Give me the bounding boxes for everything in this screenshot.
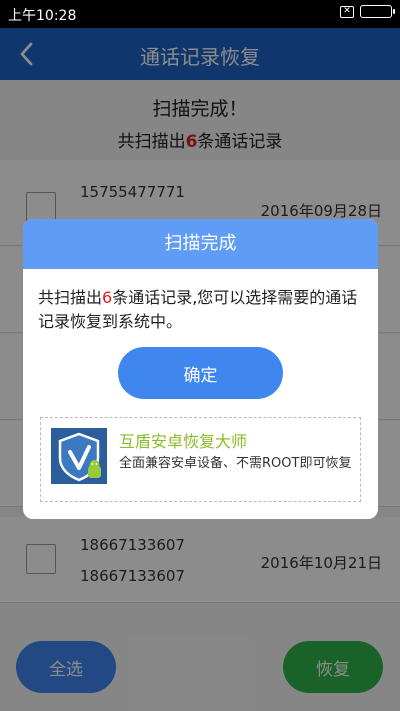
dialog-msg-prefix: 共扫描出: [38, 288, 103, 307]
dialog-title: 扫描完成: [23, 219, 378, 269]
promo-description: 全面兼容安卓设备、不需ROOT即可恢复: [119, 456, 352, 471]
status-icons: ✕: [340, 5, 395, 18]
app-shield-logo-icon: [51, 428, 107, 484]
sim-icon: ✕: [340, 5, 354, 18]
status-time: 上午10:28: [8, 8, 77, 24]
battery-icon: [360, 5, 395, 18]
promo-title: 互盾安卓恢复大师: [119, 432, 248, 451]
promo-banner[interactable]: 互盾安卓恢复大师 全面兼容安卓设备、不需ROOT即可恢复: [40, 417, 361, 502]
dialog-count-number: 6: [102, 288, 113, 307]
confirm-button[interactable]: 确定: [118, 347, 283, 399]
scan-complete-dialog: 扫描完成 共扫描出6条通话记录,您可以选择需要的通话记录恢复到系统中。 确定 互…: [23, 219, 378, 519]
dialog-message: 共扫描出6条通话记录,您可以选择需要的通话记录恢复到系统中。: [38, 286, 368, 334]
status-bar: 上午10:28 ✕: [0, 0, 400, 28]
